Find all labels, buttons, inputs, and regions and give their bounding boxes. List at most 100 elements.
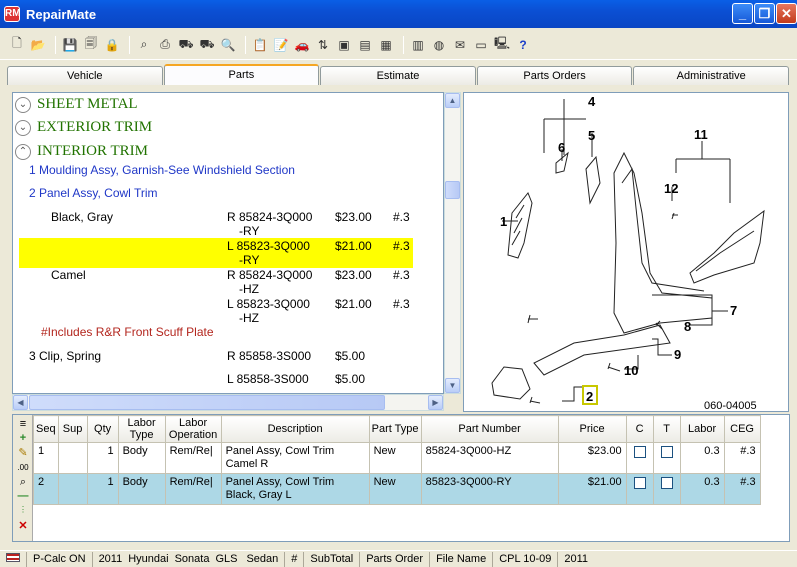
- open-folder-icon[interactable]: 📂: [29, 36, 47, 54]
- image-icon[interactable]: ▣: [335, 36, 353, 54]
- cell-ceg: #.3: [723, 473, 761, 505]
- part-number[interactable]: R 85824-3Q000: [227, 210, 312, 224]
- tab-vehicle[interactable]: Vehicle: [7, 66, 163, 85]
- cell-description: Panel Assy, Cowl Trim Camel R: [220, 442, 370, 474]
- part-item-moulding[interactable]: 1 Moulding Assy, Garnish-See Windshield …: [29, 163, 295, 177]
- part-ceg: #.3: [393, 268, 410, 282]
- callout-8: 8: [684, 319, 691, 334]
- new-file-icon[interactable]: 🗋: [8, 36, 26, 54]
- category-interior-trim[interactable]: ⌃ INTERIOR TRIM: [15, 143, 148, 160]
- t-checkbox[interactable]: [660, 446, 673, 458]
- col-labor-operation[interactable]: Labor Operation: [164, 415, 222, 443]
- cell-price: $23.00: [557, 442, 627, 474]
- main-tabs: Vehicle Parts Estimate Parts Orders Admi…: [7, 64, 790, 86]
- edit-pencil-icon[interactable]: ✎: [16, 446, 30, 460]
- sort-az-icon[interactable]: ⇅: [314, 36, 332, 54]
- help-icon[interactable]: ?: [514, 36, 532, 54]
- clipboard-icon[interactable]: 📋: [251, 36, 269, 54]
- tab-parts[interactable]: Parts: [163, 64, 320, 85]
- c-checkbox[interactable]: [633, 446, 646, 458]
- status-year: 2011: [98, 552, 123, 565]
- remove-line-icon[interactable]: —: [16, 489, 30, 503]
- part-number[interactable]: R 85824-3Q000: [227, 268, 312, 282]
- part-number[interactable]: L 85823-3Q000: [227, 239, 310, 253]
- binoculars-icon[interactable]: ⌕: [135, 36, 153, 54]
- part-number[interactable]: L 85823-3Q000: [227, 297, 310, 311]
- part-suffix: -RY: [239, 224, 260, 238]
- report-icon[interactable]: ▦: [377, 36, 395, 54]
- computer-icon[interactable]: 🖳: [493, 36, 511, 54]
- category-label: INTERIOR TRIM: [37, 143, 148, 159]
- mail-icon[interactable]: ✉: [451, 36, 469, 54]
- collapse-chevron-icon[interactable]: ⌃: [15, 143, 31, 160]
- tree-vertical-scrollbar[interactable]: ▲ ▼: [444, 92, 461, 394]
- col-price[interactable]: Price: [557, 415, 627, 443]
- scroll-left-icon[interactable]: ◀: [13, 395, 28, 410]
- color-wheel-icon[interactable]: ◍: [430, 36, 448, 54]
- image-export-icon[interactable]: ▤: [356, 36, 374, 54]
- table-row[interactable]: 2 1 Body Rem/Re| Panel Assy, Cowl Trim Bl…: [33, 473, 761, 505]
- tab-estimate[interactable]: Estimate: [320, 66, 476, 85]
- media-icon[interactable]: ▭: [472, 36, 490, 54]
- status-file-name: File Name: [430, 551, 494, 567]
- c-checkbox[interactable]: [633, 477, 646, 489]
- tab-parts-orders[interactable]: Parts Orders: [476, 66, 633, 85]
- scroll-thumb[interactable]: [445, 181, 460, 199]
- description-line-2: Black, Gray L: [225, 489, 292, 501]
- status-parts-order: Parts Order: [360, 551, 431, 567]
- col-part-number[interactable]: Part Number: [420, 415, 559, 443]
- col-description[interactable]: Description: [220, 415, 370, 443]
- cell-seq: 2: [33, 473, 59, 505]
- part-item-clip[interactable]: 3 Clip, Spring: [29, 349, 101, 363]
- close-button[interactable]: ✕: [776, 3, 797, 24]
- table-row[interactable]: 1 1 Body Rem/Re| Panel Assy, Cowl Trim Ca…: [33, 442, 761, 474]
- save-all-icon[interactable]: 🗐: [82, 36, 100, 54]
- car-icon[interactable]: 🚗: [293, 36, 311, 54]
- part-number[interactable]: R 85858-3S000: [227, 349, 311, 363]
- decimal-icon[interactable]: .00: [16, 461, 30, 475]
- col-labor-type[interactable]: Labor Type: [117, 415, 166, 443]
- stack-icon[interactable]: ≡: [16, 417, 30, 431]
- scroll-down-icon[interactable]: ▼: [445, 378, 460, 393]
- car-rear-icon[interactable]: ⛟: [198, 36, 216, 54]
- edit-document-icon[interactable]: 📝: [272, 36, 290, 54]
- magnify-icon[interactable]: ⌕: [16, 475, 30, 489]
- col-part-type[interactable]: Part Type: [368, 415, 422, 443]
- minimize-button[interactable]: _: [732, 3, 753, 24]
- restore-button[interactable]: ❐: [754, 3, 775, 24]
- scroll-right-icon[interactable]: ▶: [428, 395, 443, 410]
- cell-labor: 0.3: [679, 442, 725, 474]
- part-item-cowl-trim[interactable]: 2 Panel Assy, Cowl Trim: [29, 186, 157, 200]
- expand-chevron-icon[interactable]: ⌄: [15, 96, 31, 113]
- category-sheet-metal[interactable]: ⌄ SHEET METAL: [15, 96, 138, 113]
- delete-icon[interactable]: ✕: [16, 519, 30, 533]
- cell-part-type: New: [368, 473, 422, 505]
- tab-administrative[interactable]: Administrative: [633, 66, 789, 85]
- car-front-icon[interactable]: ⛟: [177, 36, 195, 54]
- col-ceg[interactable]: CEG: [723, 415, 761, 443]
- col-c[interactable]: C: [625, 415, 654, 443]
- col-labor[interactable]: Labor: [679, 415, 725, 443]
- col-sup[interactable]: Sup: [57, 415, 88, 443]
- lock-icon[interactable]: 🔒: [103, 36, 121, 54]
- parts-diagram[interactable]: 1 2 4 5 6 7 8 9 10 11 12 060-04005: [463, 92, 789, 412]
- scroll-thumb[interactable]: [29, 395, 385, 410]
- print-icon[interactable]: ⎙: [156, 36, 174, 54]
- part-number[interactable]: L 85858-3S000: [227, 372, 309, 386]
- category-exterior-trim[interactable]: ⌄ EXTERIOR TRIM: [15, 119, 152, 136]
- dots-icon[interactable]: ⋮: [16, 503, 30, 517]
- add-line-icon[interactable]: +: [16, 431, 30, 445]
- t-checkbox[interactable]: [660, 477, 673, 489]
- col-qty[interactable]: Qty: [86, 415, 119, 443]
- window-title: RepairMate: [26, 6, 97, 22]
- col-seq[interactable]: Seq: [33, 415, 59, 443]
- save-icon[interactable]: 💾: [61, 36, 79, 54]
- scroll-up-icon[interactable]: ▲: [445, 93, 460, 108]
- option-desc: Black, Gray: [51, 210, 114, 224]
- tree-horizontal-scrollbar[interactable]: ◀ ▶: [12, 394, 444, 411]
- expand-chevron-icon[interactable]: ⌄: [15, 119, 31, 136]
- zoom-icon[interactable]: 🔍: [219, 36, 237, 54]
- col-t[interactable]: T: [652, 415, 681, 443]
- calculator-icon[interactable]: ▥: [409, 36, 427, 54]
- cell-part-number: 85823-3Q000-RY: [420, 473, 559, 505]
